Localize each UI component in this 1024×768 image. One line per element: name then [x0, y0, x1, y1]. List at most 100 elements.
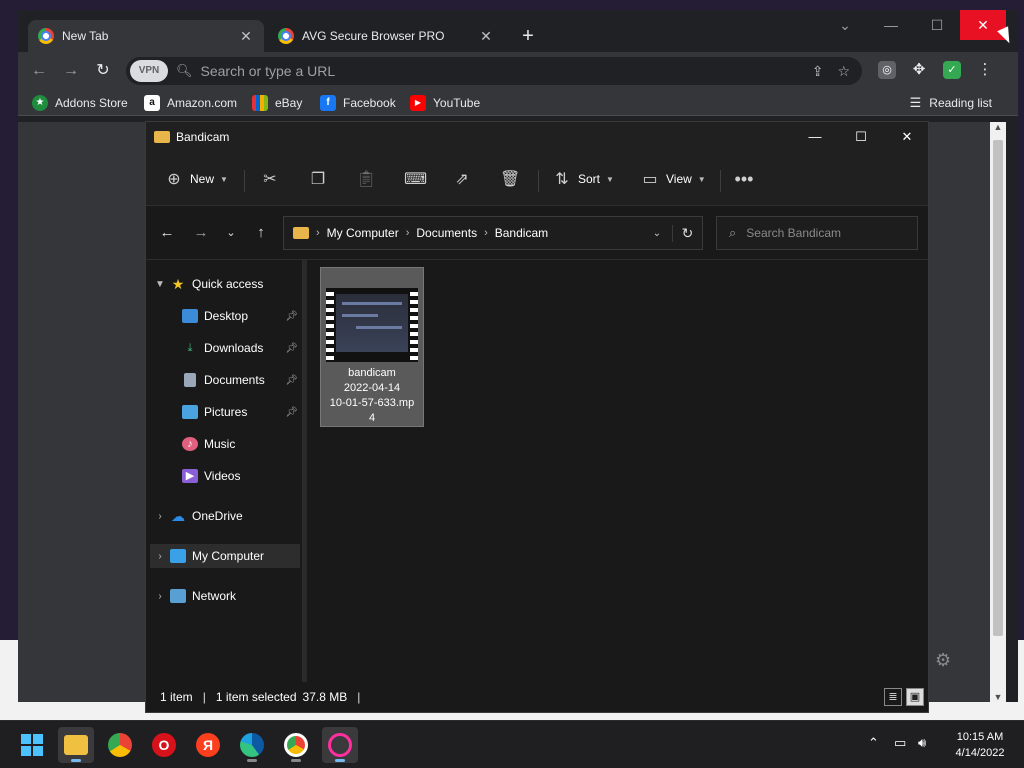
view-button[interactable]: ▭ View ▼ [640, 164, 705, 194]
large-icons-view-icon[interactable]: ▣ [906, 688, 924, 706]
maximize-button[interactable]: ☐ [914, 10, 960, 40]
adblock-extension-icon[interactable]: ◎ [878, 61, 896, 79]
rename-button[interactable]: ⌨ [404, 164, 427, 194]
taskbar-edge[interactable] [234, 727, 270, 763]
bookmark-label: Facebook [343, 96, 396, 110]
bookmark-amazon[interactable]: a Amazon.com [144, 94, 237, 112]
search-icon: ⌕ [729, 225, 737, 240]
tab-avg-secure-browser[interactable]: AVG Secure Browser PRO ✕ [268, 20, 504, 52]
vpn-button[interactable]: VPN [130, 60, 168, 82]
tab-search-chevron-icon[interactable]: ⌄ [822, 10, 868, 40]
bookmark-ebay[interactable]: eBay [252, 94, 302, 112]
volume-icon[interactable]: 🔊︎ [918, 735, 926, 751]
new-button[interactable]: ⊕ New ▼ [164, 164, 228, 194]
nav-videos[interactable]: ▶ Videos [182, 464, 298, 488]
browser-scrollbar[interactable]: ▲ ▼ [990, 122, 1006, 702]
see-more-button[interactable]: ••• [734, 164, 754, 194]
nav-pictures[interactable]: Pictures 📌︎ [182, 400, 298, 424]
search-input[interactable]: Search Bandicam [746, 226, 841, 240]
address-bar[interactable]: › My Computer › Documents › Bandicam ⌄ ↻ [283, 216, 703, 250]
share-button[interactable]: ⇗ [452, 164, 472, 194]
tab-close-icon[interactable]: ✕ [478, 28, 494, 45]
bookmark-addons-store[interactable]: ★ Addons Store [32, 94, 128, 112]
back-icon[interactable]: ← [26, 58, 52, 84]
bookmark-facebook[interactable]: f Facebook [320, 94, 396, 112]
taskbar-yandex[interactable]: Я [190, 727, 226, 763]
nav-desktop[interactable]: Desktop 📌︎ [182, 304, 298, 328]
tab-close-icon[interactable]: ✕ [238, 28, 254, 45]
bookmark-star-icon[interactable]: ☆ [837, 63, 850, 80]
nav-quick-access[interactable]: ▼ ★ Quick access [150, 272, 300, 296]
close-button[interactable]: ✕ [884, 122, 930, 152]
nav-downloads[interactable]: ⤓ Downloads 📌︎ [182, 336, 298, 360]
nav-documents[interactable]: Documents 📌︎ [182, 368, 298, 392]
cut-icon: ✂ [263, 171, 277, 188]
tab-strip: New Tab ✕ AVG Secure Browser PRO ✕ + ⌄ —… [18, 10, 1018, 52]
breadcrumb-documents[interactable]: Documents [416, 226, 477, 240]
folder-icon [293, 227, 309, 239]
scroll-thumb[interactable] [993, 140, 1003, 636]
taskbar-opera[interactable]: O [146, 727, 182, 763]
delete-button[interactable]: 🗑︎ [500, 164, 520, 194]
minimize-button[interactable]: — [868, 10, 914, 40]
forward-icon[interactable]: → [188, 220, 214, 246]
downloads-icon: ⤓ [187, 342, 193, 354]
omnibox[interactable]: VPN 🔍︎ Search or type a URL ⇪ ☆ [126, 57, 862, 85]
cut-button[interactable]: ✂ [260, 164, 280, 194]
bookmark-youtube[interactable]: ▶ YouTube [410, 94, 480, 112]
nav-music[interactable]: ♪ Music [182, 432, 298, 456]
paste-button[interactable]: 📋︎ [356, 164, 376, 194]
chevron-right-icon[interactable]: › [150, 591, 170, 602]
file-item[interactable]: bandicam 2022-04-14 10-01-57-633.mp 4 [320, 267, 424, 427]
breadcrumb-chevron-icon[interactable]: › [406, 227, 410, 239]
recent-locations-chevron-icon[interactable]: ⌄ [218, 220, 244, 246]
music-icon: ♪ [182, 437, 198, 451]
copy-button[interactable]: ❐ [308, 164, 328, 194]
nav-network[interactable]: › Network [150, 584, 300, 608]
details-view-icon[interactable]: ≣ [884, 688, 902, 706]
scroll-down-icon[interactable]: ▼ [990, 692, 1006, 702]
taskbar-chrome[interactable] [102, 727, 138, 763]
search-box[interactable]: ⌕ Search Bandicam [716, 216, 918, 250]
sort-button[interactable]: ⇅ Sort ▼ [552, 164, 614, 194]
breadcrumb-chevron-icon[interactable]: › [484, 227, 488, 239]
menu-kebab-icon[interactable]: ⋮ [976, 61, 994, 79]
chevron-down-icon[interactable]: ▼ [150, 279, 170, 290]
reading-list-button[interactable]: ☰ Reading list [910, 94, 992, 112]
share-icon[interactable]: ⇪ [812, 63, 824, 80]
start-button[interactable] [14, 727, 50, 763]
reading-list-label: Reading list [929, 96, 992, 110]
extensions-puzzle-icon[interactable]: ✥ [910, 61, 928, 79]
system-clock[interactable]: 10:15 AM 4/14/2022 [944, 729, 1016, 761]
chevron-right-icon[interactable]: › [150, 551, 170, 562]
chevron-right-icon[interactable]: › [150, 511, 170, 522]
network-tray-icon[interactable]: ▭ [894, 735, 906, 751]
nav-onedrive[interactable]: › ☁ OneDrive [150, 504, 300, 528]
breadcrumb-bandicam[interactable]: Bandicam [495, 226, 548, 240]
refresh-icon[interactable]: ↻ [672, 224, 702, 242]
maximize-button[interactable]: ☐ [838, 122, 884, 152]
show-hidden-icons-chevron-icon[interactable]: ⌃ [868, 735, 879, 751]
scroll-up-icon[interactable]: ▲ [990, 122, 1006, 132]
breadcrumb-chevron-icon[interactable]: › [316, 227, 320, 239]
back-icon[interactable]: ← [154, 220, 180, 246]
chrome-icon [108, 733, 132, 757]
taskbar-opera-gx[interactable] [322, 727, 358, 763]
reload-icon[interactable]: ↻ [90, 58, 116, 84]
status-divider: | [357, 690, 361, 704]
address-dropdown-icon[interactable]: ⌄ [642, 228, 672, 239]
up-arrow-icon[interactable]: ↑ [248, 220, 274, 246]
taskbar-avg-browser[interactable] [278, 727, 314, 763]
new-tab-button[interactable]: + [516, 24, 540, 48]
minimize-button[interactable]: — [792, 122, 838, 152]
nav-my-computer[interactable]: › My Computer [150, 544, 300, 568]
omnibox-input[interactable]: Search or type a URL [201, 63, 812, 79]
customize-sliders-icon[interactable]: ⚙ [935, 650, 955, 670]
forward-icon[interactable]: → [58, 58, 84, 84]
tab-new-tab[interactable]: New Tab ✕ [28, 20, 264, 52]
taskbar-file-explorer[interactable] [58, 727, 94, 763]
security-shield-icon[interactable]: ✓ [943, 61, 961, 79]
videos-icon: ▶ [182, 469, 198, 483]
nav-label: OneDrive [192, 509, 243, 523]
breadcrumb-my-computer[interactable]: My Computer [327, 226, 399, 240]
